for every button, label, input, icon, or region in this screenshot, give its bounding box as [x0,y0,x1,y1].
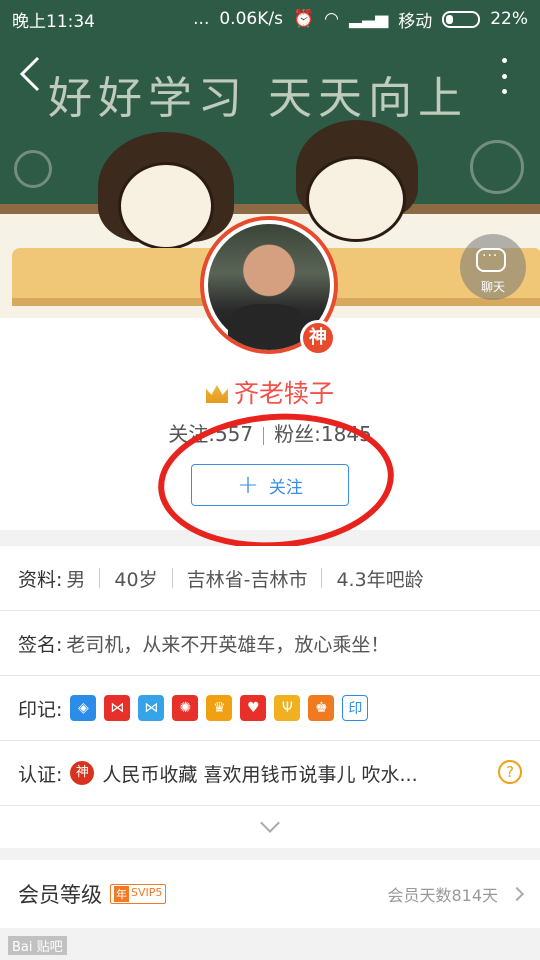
chat-button[interactable]: 聊天 [460,234,526,300]
cert-label: 认证: [18,763,63,786]
bow-icon: ⋈ [138,695,165,721]
chat-bubble-icon [476,248,506,272]
expand-more-button[interactable] [0,806,540,848]
member-level-title: 会员等级 [18,883,102,907]
follow-button[interactable]: + 关注 [191,464,349,506]
stats-divider [263,426,265,445]
status-dots: ... [193,9,210,29]
profile-details-row: 资料: 男 40岁 吉林省-吉林市 4.3年吧龄 [0,546,540,611]
psi-icon: Ψ [274,695,301,721]
battery-icon [442,10,481,28]
username-row: 齐老犊子 [0,374,540,410]
bar-age: 4.3年吧龄 [336,568,424,591]
divider [171,568,173,588]
following-count: 557 [214,422,254,446]
fans-count: 1845 [320,422,372,446]
battery-percent: 22% [490,9,528,29]
divider [321,568,323,588]
carrier: 移动 [398,11,433,32]
gender: 男 [66,568,86,591]
following-label: 关注: [168,422,215,446]
following-stat[interactable]: 关注:557 [168,422,253,446]
chalk-tray [0,204,540,214]
wifi-icon: ◠ [324,9,339,29]
follow-button-label: 关注 [268,477,303,498]
seal-icon: 印 [342,695,369,721]
divider [99,568,101,588]
bow-icon: ⋈ [104,695,131,721]
cert-god-icon: 神 [70,761,95,785]
shield-icon: ◈ [70,695,97,721]
signature-row: 签名: 老司机，从来不开英雄车，放心乘坐！ [0,611,540,676]
profile-info-list: 资料: 男 40岁 吉林省-吉林市 4.3年吧龄 签名: 老司机，从来不开英雄车… [0,546,540,848]
username: 齐老犊子 [233,379,334,408]
more-options-button[interactable] [492,58,516,94]
flower-icon: ✺ [172,695,199,721]
chevron-down-icon [260,813,280,833]
marks-label: 印记: [18,698,63,721]
heart-icon: ♥ [240,695,267,721]
signature-text: 老司机，从来不开英雄车，放心乘坐！ [66,633,390,656]
god-badge-icon: 神 [300,320,336,356]
alarm-icon: ⏰ [292,9,315,29]
crown-icon [205,385,228,403]
chat-label: 聊天 [480,280,505,294]
chalkboard-text: 好好学习 天天向上 [48,73,468,124]
marks-badges: ◈ ⋈ ⋈ ✺ ♛ ♥ Ψ ♚ 印 [70,695,369,721]
member-level-row[interactable]: 会员等级 年 SVIP5 会员天数814天 [0,860,540,928]
location: 吉林省-吉林市 [186,568,308,591]
fans-stat[interactable]: 粉丝:1845 [274,422,372,446]
plus-icon: + [237,470,259,500]
svip-year-tag: 年 [114,886,129,902]
status-time: 晚上11:34 [12,11,95,32]
signature-label: 签名: [18,633,63,656]
more-dot-icon [501,58,507,63]
more-dot-icon [501,89,507,94]
member-days: 会员天数814天 [387,886,498,905]
signal-icon: ▂▃▅ [348,9,389,29]
avatar-shirt [228,304,306,350]
svip-badge: 年 SVIP5 [110,884,167,904]
status-bar: 晚上11:34 ... 0.06K/s ⏰ ◠ ▂▃▅ 移动 22% [0,0,540,38]
fans-label: 粉丝: [274,422,321,446]
age: 40岁 [114,568,158,591]
svip-level: SVIP5 [131,886,163,899]
network-speed: 0.06K/s [219,9,283,29]
details-label: 资料: [18,568,63,591]
more-dot-icon [501,73,507,79]
chalk-doodle [14,150,52,188]
chalk-doodle [470,140,524,194]
crown-icon: ♚ [308,695,335,721]
cert-text: 人民币收藏 喜欢用钱币说事儿 吹水... [102,763,418,786]
back-button[interactable] [14,54,48,94]
follow-stats: 关注:557 粉丝:1845 [0,418,540,447]
trophy-icon: ♛ [206,695,233,721]
help-icon[interactable]: ? [498,760,522,784]
marks-row[interactable]: 印记: ◈ ⋈ ⋈ ✺ ♛ ♥ Ψ ♚ 印 [0,676,540,741]
baidu-tieba-watermark: Bai 贴吧 [8,936,67,955]
certification-row[interactable]: 认证: 神 人民币收藏 喜欢用钱币说事儿 吹水... ? [0,741,540,806]
chevron-right-icon [509,886,525,902]
chevron-left-icon [19,56,40,92]
